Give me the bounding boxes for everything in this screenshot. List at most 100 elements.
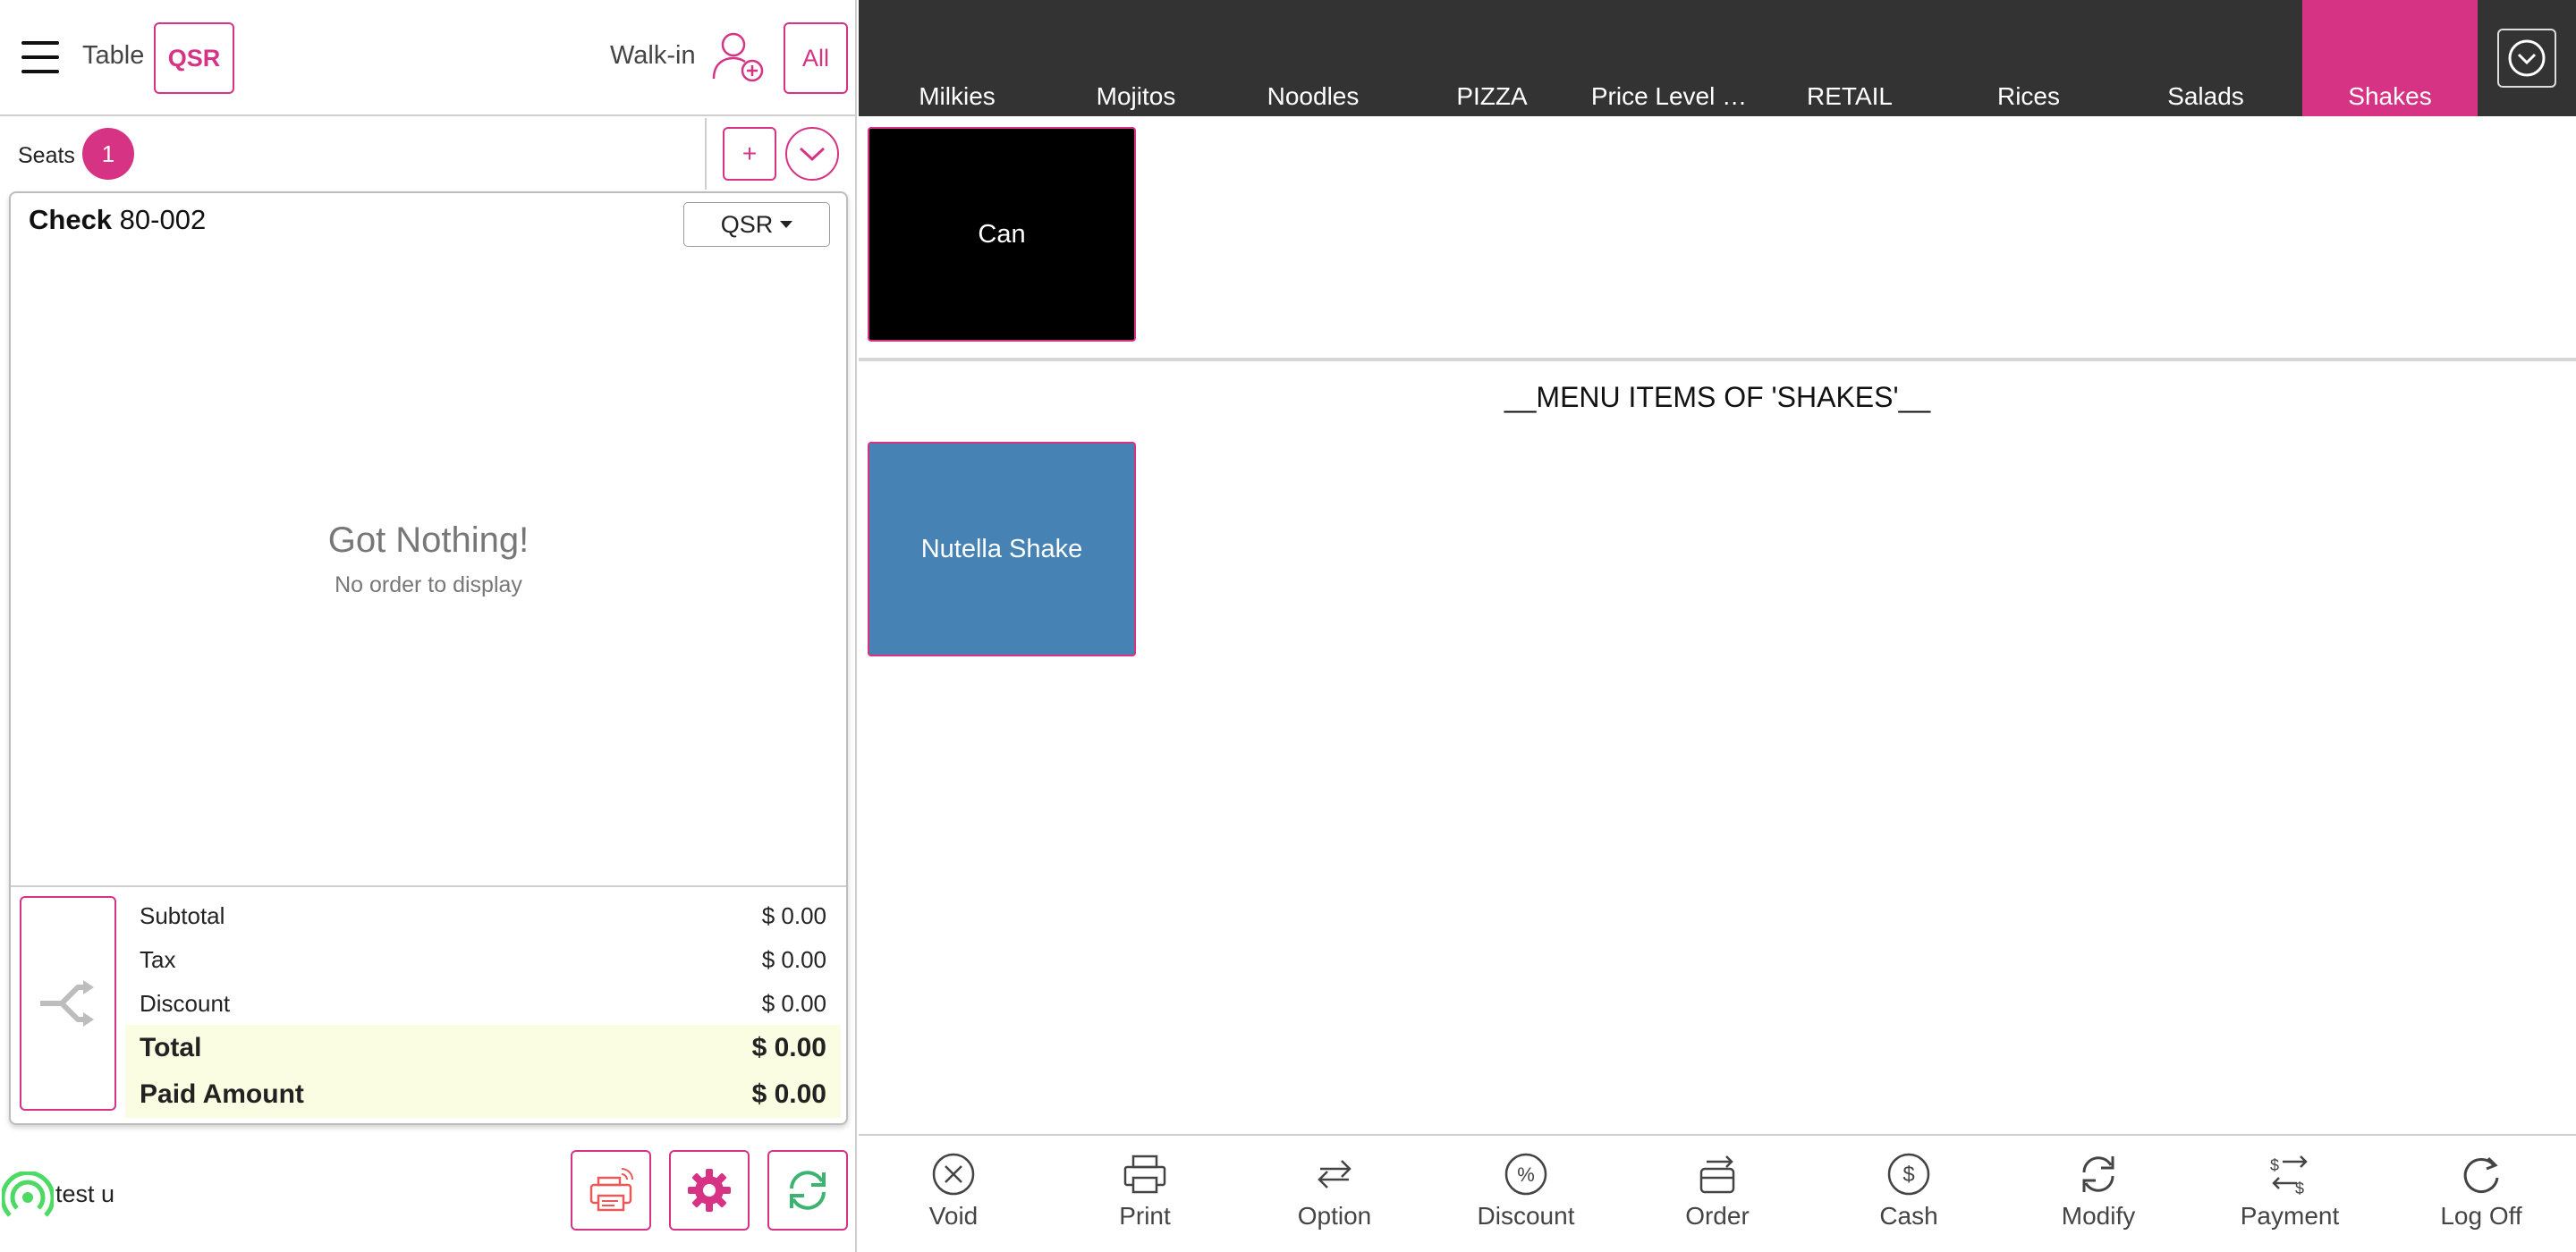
qsr-mode-button[interactable]: QSR: [154, 22, 234, 94]
category-tab-bar: Milkies Mojitos Noodles PIZZA Price Leve…: [859, 0, 2576, 116]
discount-action-label: Discount: [1477, 1202, 1575, 1230]
tab-mojitos[interactable]: Mojitos: [1046, 0, 1225, 116]
table-label: Table: [82, 41, 145, 70]
discount-button[interactable]: % Discount: [1436, 1150, 1615, 1248]
order-panel: Table QSR Walk-in All Seats 1 + Check 80…: [0, 0, 857, 1252]
menu-section-title: __MENU ITEMS OF 'SHAKES'__: [1504, 381, 1931, 413]
log-off-button[interactable]: Log Off: [2392, 1150, 2571, 1248]
expand-seats-button[interactable]: [785, 127, 839, 181]
discount-percent-icon: %: [1502, 1150, 1550, 1198]
gear-icon: [688, 1169, 731, 1212]
subtotal-label: Subtotal: [140, 901, 225, 929]
order-type-value: QSR: [720, 210, 774, 238]
tab-label: Mojitos: [1096, 82, 1176, 110]
option-button[interactable]: Option: [1245, 1150, 1424, 1248]
log-off-icon: [2457, 1150, 2505, 1198]
tax-label: Tax: [140, 945, 176, 973]
tab-salads[interactable]: Salads: [2116, 0, 2295, 116]
tab-label: Shakes: [2348, 82, 2432, 110]
user-name: test u: [55, 1180, 115, 1207]
void-label: Void: [928, 1202, 979, 1230]
add-seat-button[interactable]: +: [723, 127, 776, 181]
check-title: Check 80-002: [29, 204, 206, 236]
total-row: Total $ 0.00: [125, 1025, 841, 1071]
printer-wifi-icon: [589, 1168, 633, 1212]
chevron-down-icon: [799, 147, 826, 162]
payment-button[interactable]: $ $ Payment: [2200, 1150, 2379, 1248]
svg-text:$: $: [2270, 1156, 2279, 1174]
log-off-label: Log Off: [2440, 1202, 2522, 1230]
cash-button[interactable]: $ Cash: [1819, 1150, 1998, 1248]
sync-button[interactable]: [767, 1150, 848, 1231]
tab-retail[interactable]: RETAIL: [1760, 0, 1939, 116]
cash-label: Cash: [1879, 1202, 1938, 1230]
menu-item-nutella-shake[interactable]: Nutella Shake: [868, 442, 1136, 656]
print-button[interactable]: Print: [1055, 1150, 1234, 1248]
tab-label: Milkies: [919, 82, 996, 110]
modify-button[interactable]: Modify: [2009, 1150, 2188, 1248]
total-value: $ 0.00: [751, 1033, 826, 1062]
all-button[interactable]: All: [784, 22, 848, 94]
tab-label: RETAIL: [1807, 82, 1893, 110]
paid-amount-label: Paid Amount: [140, 1079, 304, 1109]
seats-label: Seats: [18, 143, 75, 168]
split-check-button[interactable]: [20, 896, 116, 1111]
caret-down-icon: [780, 221, 793, 228]
subtotal-row: Subtotal $ 0.00: [125, 894, 841, 937]
divider: [859, 358, 2576, 361]
order-label: Order: [1685, 1202, 1750, 1230]
tax-value: $ 0.00: [761, 945, 826, 973]
tab-label: Noodles: [1267, 82, 1360, 110]
svg-text:$: $: [1902, 1163, 1914, 1187]
divider: [11, 885, 846, 887]
divider: [705, 118, 707, 190]
tab-shakes[interactable]: Shakes: [2302, 0, 2478, 116]
payment-exchange-icon: $ $: [2266, 1150, 2314, 1198]
paid-amount-value: $ 0.00: [751, 1079, 826, 1109]
category-expand-button[interactable]: [2497, 29, 2556, 88]
action-bar: Void Print Option % Discount Order $ Cas…: [859, 1134, 2576, 1252]
seat-count-badge[interactable]: 1: [82, 128, 134, 180]
empty-state-title: Got Nothing!: [327, 520, 530, 560]
void-icon: [929, 1150, 978, 1198]
paid-amount-row: Paid Amount $ 0.00: [125, 1071, 841, 1118]
check-label: Check: [29, 204, 113, 235]
tab-label: Salads: [2167, 82, 2244, 110]
chevron-down-circle-icon: [2508, 39, 2546, 77]
discount-row: Discount $ 0.00: [125, 982, 841, 1025]
print-icon: [1121, 1150, 1169, 1198]
settings-button[interactable]: [669, 1150, 750, 1231]
order-header: Table QSR Walk-in All: [0, 0, 857, 116]
subgroup-tile-can[interactable]: Can: [868, 127, 1136, 342]
option-label: Option: [1297, 1202, 1372, 1230]
print-label: Print: [1119, 1202, 1171, 1230]
svg-text:%: %: [1517, 1163, 1535, 1186]
modify-label: Modify: [2061, 1202, 2136, 1230]
tab-label: PIZZA: [1456, 82, 1528, 110]
discount-value: $ 0.00: [761, 989, 826, 1017]
order-icon: [1693, 1150, 1741, 1198]
empty-state-subtitle: No order to display: [335, 572, 522, 597]
cash-dollar-icon: $: [1885, 1150, 1933, 1198]
tab-rices[interactable]: Rices: [1939, 0, 2118, 116]
option-arrows-icon: [1310, 1150, 1359, 1198]
discount-label: Discount: [140, 989, 231, 1017]
void-button[interactable]: Void: [864, 1150, 1043, 1248]
walkin-label: Walk-in: [610, 41, 696, 70]
split-arrows-icon: [40, 980, 94, 1027]
subtotal-value: $ 0.00: [761, 901, 826, 929]
menu-icon[interactable]: [21, 39, 59, 75]
modify-refresh-icon: [2074, 1150, 2123, 1198]
order-button[interactable]: Order: [1628, 1150, 1807, 1248]
tax-row: Tax $ 0.00: [125, 938, 841, 981]
tab-pizza[interactable]: PIZZA: [1402, 0, 1581, 116]
add-customer-icon[interactable]: [710, 29, 767, 86]
tab-noodles[interactable]: Noodles: [1224, 0, 1402, 116]
tab-price-level[interactable]: Price Level …: [1580, 0, 1758, 116]
printer-button[interactable]: [571, 1150, 651, 1231]
tab-label: Rices: [1996, 82, 2060, 110]
order-type-dropdown[interactable]: QSR: [683, 202, 830, 247]
check-card: Check 80-002 QSR Got Nothing! No order t…: [9, 191, 848, 1125]
tab-milkies[interactable]: Milkies: [868, 0, 1046, 116]
check-number: 80-002: [119, 204, 207, 235]
